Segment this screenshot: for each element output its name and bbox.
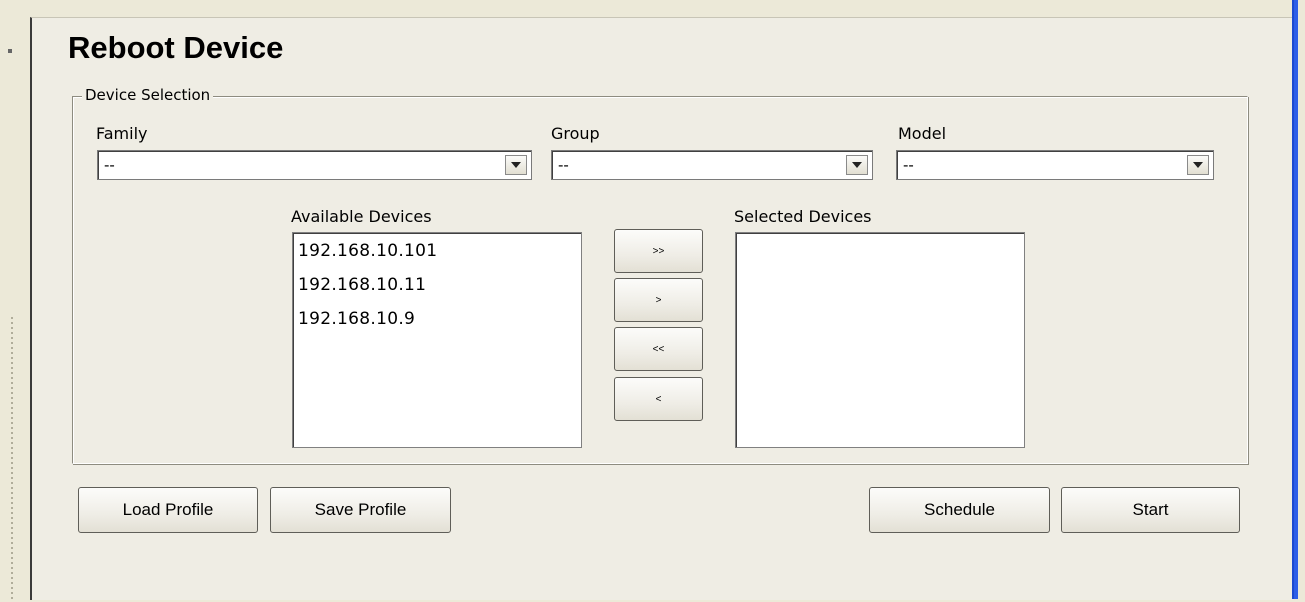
page-title: Reboot Device [68, 30, 284, 65]
model-dropdown[interactable]: -- [896, 150, 1214, 180]
start-button[interactable]: Start [1061, 487, 1240, 533]
group-value: -- [558, 156, 569, 174]
list-item[interactable]: 192.168.10.11 [298, 275, 426, 295]
list-item[interactable]: 192.168.10.9 [298, 309, 415, 329]
add-all-button[interactable]: >> [614, 229, 703, 273]
selected-devices-list[interactable] [735, 232, 1025, 448]
add-selected-button[interactable]: > [614, 278, 703, 322]
window-right-edge [1292, 0, 1305, 599]
family-value: -- [104, 156, 115, 174]
group-label: Group [551, 124, 600, 143]
available-devices-list[interactable]: 192.168.10.101 192.168.10.11 192.168.10.… [292, 232, 582, 448]
load-profile-button[interactable]: Load Profile [78, 487, 258, 533]
chevron-down-icon[interactable] [505, 155, 527, 175]
chevron-down-icon[interactable] [846, 155, 868, 175]
schedule-button[interactable]: Schedule [869, 487, 1050, 533]
gutter-marker [8, 49, 12, 53]
available-devices-label: Available Devices [291, 207, 432, 226]
model-label: Model [898, 124, 947, 143]
splitter-grip[interactable] [11, 317, 13, 602]
left-gutter [0, 17, 30, 602]
chevron-down-icon[interactable] [1187, 155, 1209, 175]
list-item[interactable]: 192.168.10.101 [298, 241, 437, 261]
group-dropdown[interactable]: -- [551, 150, 873, 180]
family-dropdown[interactable]: -- [97, 150, 532, 180]
device-selection-legend: Device Selection [82, 86, 214, 104]
remove-selected-button[interactable]: < [614, 377, 703, 421]
top-strip [0, 0, 1305, 17]
remove-all-button[interactable]: << [614, 327, 703, 371]
family-label: Family [96, 124, 148, 143]
selected-devices-label: Selected Devices [734, 207, 872, 226]
model-value: -- [903, 156, 914, 174]
save-profile-button[interactable]: Save Profile [270, 487, 451, 533]
window-border-inner [1294, 0, 1298, 599]
